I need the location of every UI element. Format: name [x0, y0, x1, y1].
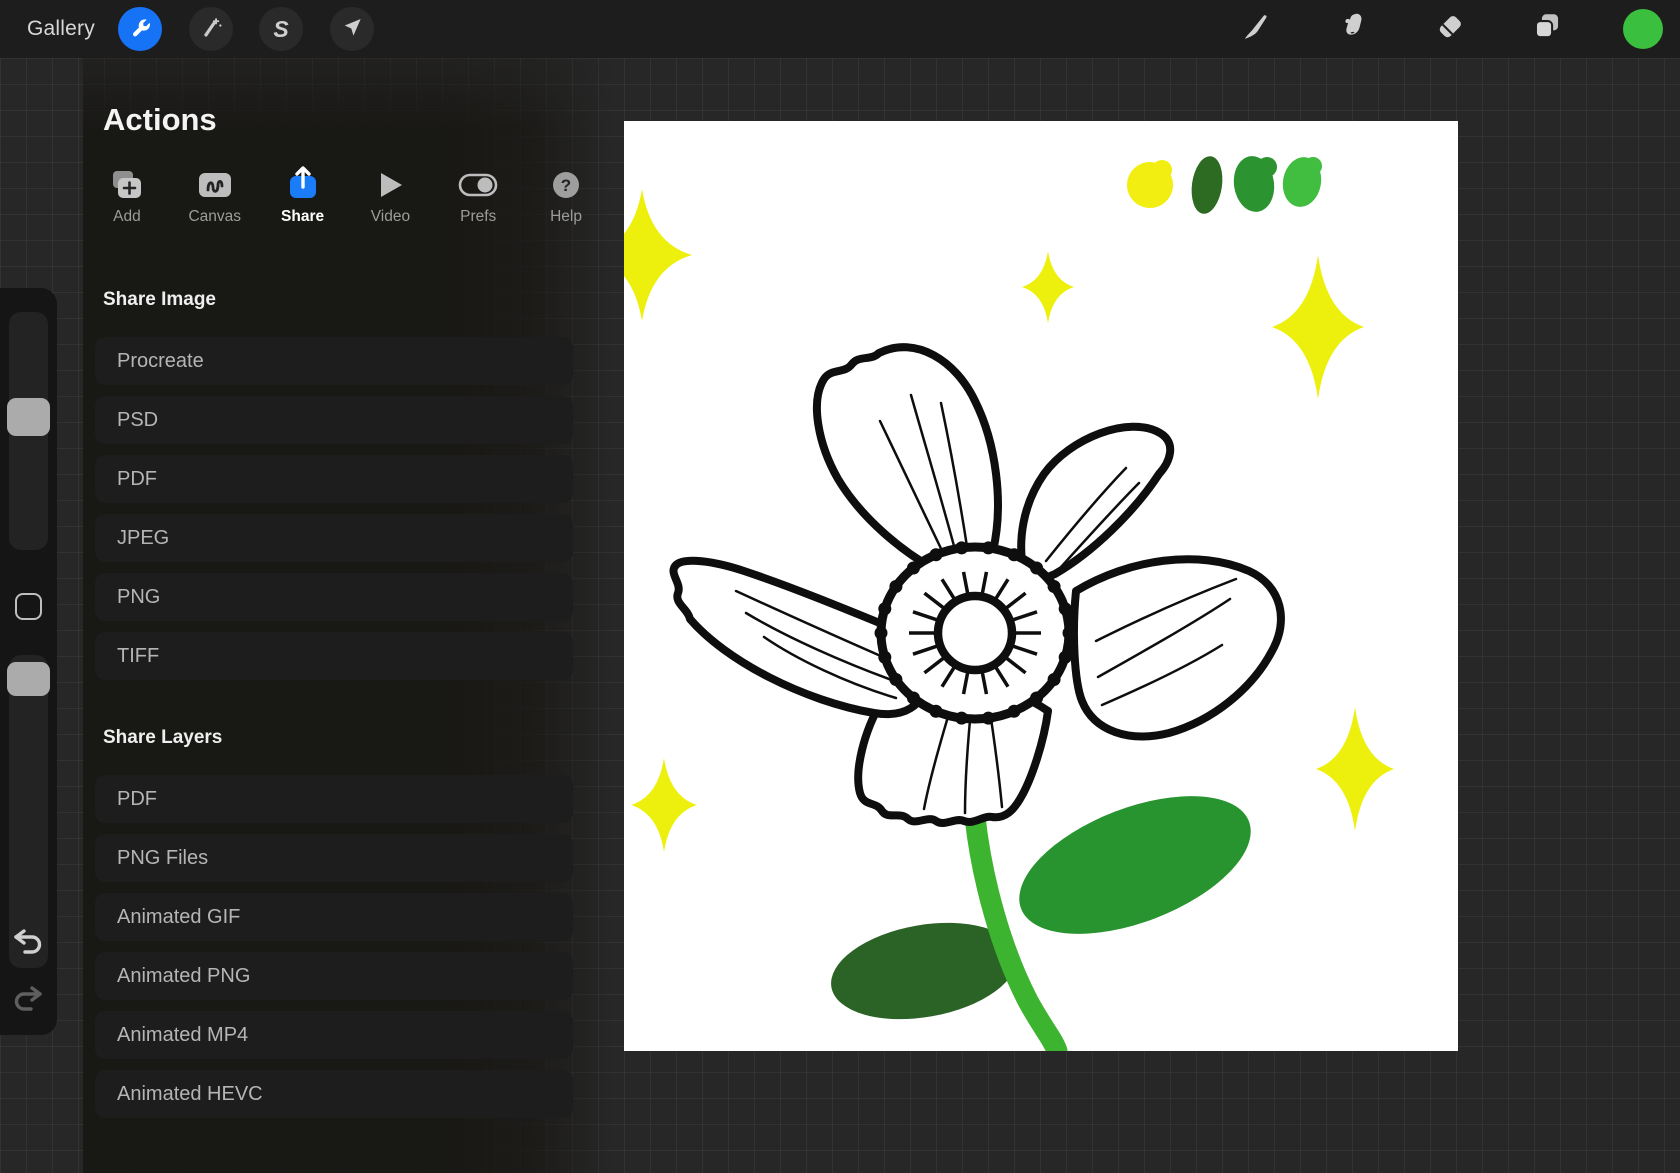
brush-icon	[1238, 10, 1272, 49]
tab-video[interactable]: Video	[346, 165, 434, 227]
share-layers-list: PDF PNG Files Animated GIF Animated PNG Anim…	[95, 775, 573, 1118]
tab-canvas-label: Canvas	[188, 208, 241, 226]
paint-swatches	[1127, 153, 1325, 215]
tab-prefs[interactable]: Prefs	[434, 165, 522, 227]
drawing-canvas[interactable]	[624, 121, 1458, 1051]
actions-tool-button[interactable]	[118, 7, 162, 51]
undo-icon	[11, 945, 45, 962]
brush-size-slider-handle[interactable]	[7, 398, 50, 436]
video-play-icon	[373, 165, 407, 201]
svg-text:?: ?	[561, 176, 571, 195]
tab-video-label: Video	[371, 208, 410, 226]
adjustments-tool-button[interactable]	[189, 7, 233, 51]
tab-prefs-label: Prefs	[460, 208, 496, 226]
transform-arrow-icon	[339, 14, 365, 45]
share-option-png-files[interactable]: PNG Files	[95, 834, 573, 882]
share-option-png[interactable]: PNG	[95, 573, 573, 621]
eraser-tool-button[interactable]	[1430, 9, 1470, 49]
tab-share[interactable]: Share	[259, 165, 347, 227]
magic-wand-icon	[198, 14, 224, 45]
add-icon	[109, 165, 145, 201]
panel-title: Actions	[103, 100, 610, 140]
tab-help-label: Help	[550, 208, 582, 226]
section-header-share-layers: Share Layers	[103, 727, 610, 749]
share-icon	[286, 165, 320, 201]
actions-panel: Actions Add Canvas Share	[83, 58, 610, 1173]
gallery-button[interactable]: Gallery	[27, 0, 95, 58]
share-option-animated-hevc[interactable]: Animated HEVC	[95, 1070, 573, 1118]
share-option-pdf[interactable]: PDF	[95, 455, 573, 503]
brush-tool-button[interactable]	[1235, 9, 1275, 49]
toggle-icon	[457, 165, 499, 201]
color-tool-button[interactable]	[1623, 9, 1663, 49]
actions-tabs: Add Canvas Share Video	[83, 165, 610, 227]
share-option-animated-png[interactable]: Animated PNG	[95, 952, 573, 1000]
canvas-icon	[196, 165, 234, 201]
share-option-psd[interactable]: PSD	[95, 396, 573, 444]
share-option-pdf[interactable]: PDF	[95, 775, 573, 823]
opacity-slider-handle[interactable]	[7, 662, 50, 696]
share-option-animated-mp4[interactable]: Animated MP4	[95, 1011, 573, 1059]
wrench-icon	[127, 14, 153, 45]
share-option-tiff[interactable]: TIFF	[95, 632, 573, 680]
opacity-slider[interactable]	[9, 655, 48, 968]
smudge-tool-button[interactable]	[1332, 9, 1372, 49]
redo-icon	[11, 1002, 45, 1019]
sidebar-tool-rail	[0, 288, 57, 1035]
share-option-jpeg[interactable]: JPEG	[95, 514, 573, 562]
modify-button[interactable]	[15, 593, 42, 620]
layers-tool-button[interactable]	[1527, 9, 1567, 49]
selection-tool-button[interactable]: S	[259, 7, 303, 51]
tab-share-label: Share	[281, 208, 324, 226]
tab-add[interactable]: Add	[83, 165, 171, 227]
help-icon: ?	[550, 165, 582, 201]
transform-tool-button[interactable]	[330, 7, 374, 51]
selection-s-icon: S	[273, 18, 288, 41]
undo-button[interactable]	[11, 928, 45, 958]
share-image-list: Procreate PSD PDF JPEG PNG TIFF	[95, 337, 573, 680]
flower-artwork	[624, 121, 1458, 1051]
color-circle	[1623, 9, 1663, 49]
share-option-animated-gif[interactable]: Animated GIF	[95, 893, 573, 941]
tab-canvas[interactable]: Canvas	[171, 165, 259, 227]
tab-add-label: Add	[113, 208, 141, 226]
redo-button[interactable]	[11, 985, 45, 1015]
tab-help[interactable]: ? Help	[522, 165, 610, 227]
smudge-icon	[1335, 10, 1369, 49]
eraser-icon	[1433, 10, 1467, 49]
share-option-procreate[interactable]: Procreate	[95, 337, 573, 385]
top-bar: Gallery S	[0, 0, 1680, 58]
section-header-share-image: Share Image	[103, 289, 610, 311]
layers-icon	[1530, 10, 1564, 49]
